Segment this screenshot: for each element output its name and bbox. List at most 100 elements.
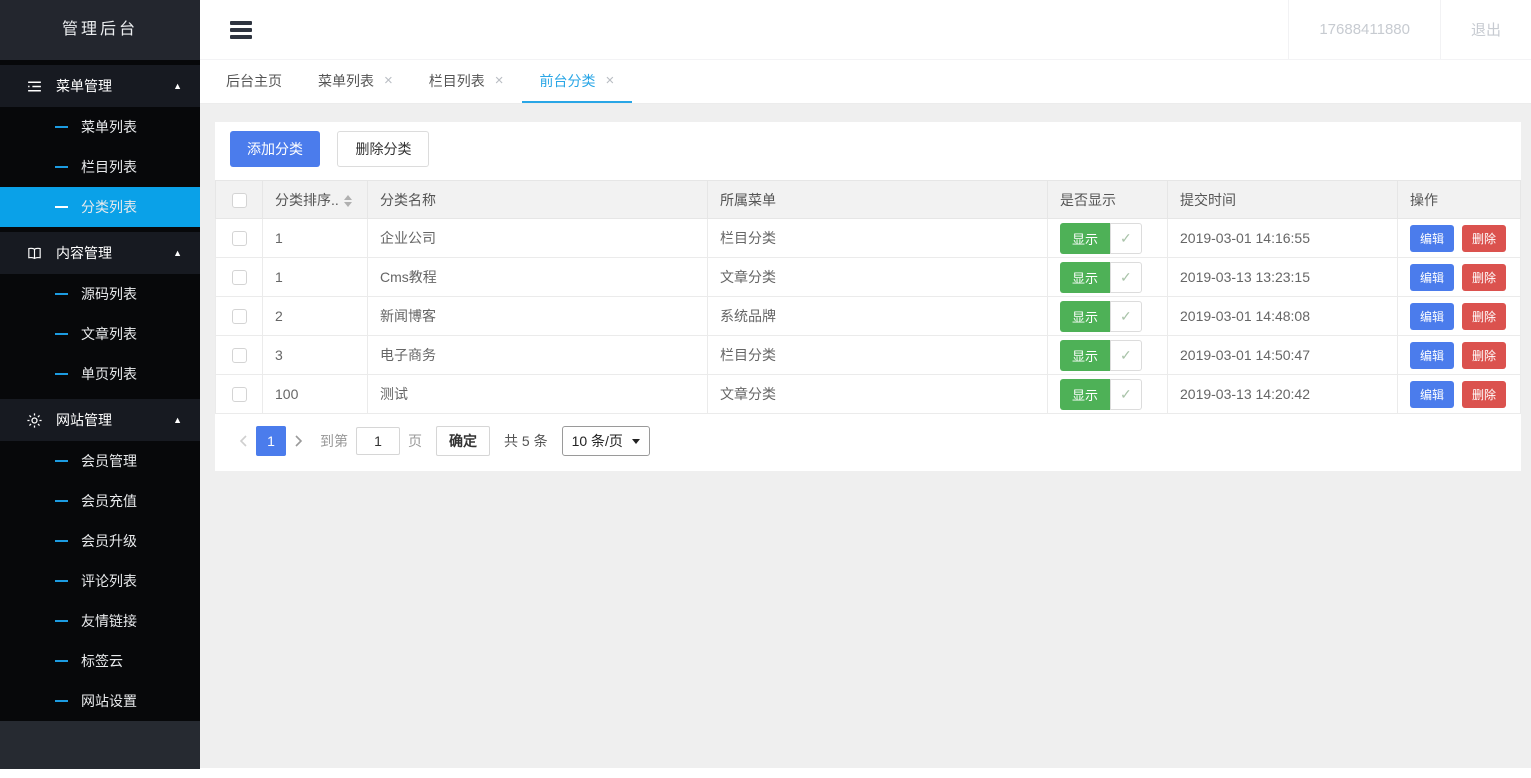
visible-badge: 显示 — [1060, 301, 1110, 332]
logout-button[interactable]: 退出 — [1440, 0, 1531, 59]
close-icon[interactable]: × — [495, 72, 504, 89]
edit-button[interactable]: 编辑 — [1410, 225, 1454, 252]
dash-icon — [55, 540, 68, 542]
edit-button[interactable]: 编辑 — [1410, 381, 1454, 408]
sidebar-group-header[interactable]: 菜单管理▲ — [0, 65, 200, 107]
delete-category-button[interactable]: 删除分类 — [337, 131, 429, 167]
sidebar-group: 内容管理▲ 源码列表文章列表单页列表 — [0, 232, 200, 394]
main-area: 17688411880 退出 后台主页菜单列表×栏目列表×前台分类× 添加分类 … — [200, 0, 1531, 768]
table-row: 1企业公司栏目分类显示✓2019-03-01 14:16:55编辑删除 — [216, 219, 1521, 258]
chevron-right-icon — [294, 434, 304, 448]
name-cell: 企业公司 — [368, 219, 708, 258]
dash-icon — [55, 460, 68, 462]
close-icon[interactable]: × — [384, 72, 393, 89]
dash-icon — [55, 373, 68, 375]
dash-icon — [55, 333, 68, 335]
sidebar-item-label: 友情链接 — [81, 611, 137, 631]
visibility-toggle[interactable]: 显示✓ — [1060, 301, 1142, 332]
confirm-button[interactable]: 确定 — [436, 426, 490, 456]
page-size-select[interactable]: 10 条/页 — [562, 426, 650, 456]
row-checkbox[interactable] — [232, 231, 247, 246]
sort-icon[interactable] — [344, 195, 352, 207]
sidebar-item[interactable]: 会员升级 — [0, 521, 200, 561]
visibility-toggle[interactable]: 显示✓ — [1060, 340, 1142, 371]
table-body: 1企业公司栏目分类显示✓2019-03-01 14:16:55编辑删除1Cms教… — [216, 219, 1521, 414]
col-header-order-label: 分类排序.. — [275, 192, 339, 208]
sidebar-item[interactable]: 单页列表 — [0, 354, 200, 394]
tab-label: 菜单列表 — [318, 71, 374, 91]
checkmark-icon: ✓ — [1110, 262, 1142, 293]
sidebar-group-header[interactable]: 内容管理▲ — [0, 232, 200, 274]
sidebar-item[interactable]: 菜单列表 — [0, 107, 200, 147]
sidebar-item[interactable]: 会员充值 — [0, 481, 200, 521]
row-checkbox[interactable] — [232, 348, 247, 363]
tab-bar: 后台主页菜单列表×栏目列表×前台分类× — [200, 60, 1531, 104]
edit-button[interactable]: 编辑 — [1410, 264, 1454, 291]
col-header-actions: 操作 — [1398, 181, 1521, 219]
checkmark-icon: ✓ — [1110, 301, 1142, 332]
sidebar-item[interactable]: 文章列表 — [0, 314, 200, 354]
sidebar-item-label: 标签云 — [81, 651, 123, 671]
page-unit-label: 页 — [408, 431, 422, 451]
next-page-button[interactable] — [286, 434, 312, 448]
edit-button[interactable]: 编辑 — [1410, 342, 1454, 369]
sidebar-item[interactable]: 评论列表 — [0, 561, 200, 601]
sidebar-item-label: 会员充值 — [81, 491, 137, 511]
row-checkbox-cell — [216, 219, 263, 258]
page-number-button[interactable]: 1 — [256, 426, 286, 456]
delete-button[interactable]: 删除 — [1462, 303, 1506, 330]
row-checkbox[interactable] — [232, 387, 247, 402]
sidebar-item-label: 源码列表 — [81, 284, 137, 304]
bottom-strip — [0, 768, 1531, 778]
app-title: 管理后台 — [0, 0, 200, 60]
edit-button[interactable]: 编辑 — [1410, 303, 1454, 330]
hamburger-menu-icon[interactable] — [230, 21, 252, 39]
delete-button[interactable]: 删除 — [1462, 342, 1506, 369]
tab-1[interactable]: 菜单列表 × — [300, 60, 411, 103]
visibility-toggle[interactable]: 显示✓ — [1060, 223, 1142, 254]
toolbar: 添加分类 删除分类 — [215, 131, 1521, 167]
close-icon[interactable]: × — [606, 72, 615, 89]
sidebar-item[interactable]: 标签云 — [0, 641, 200, 681]
delete-button[interactable]: 删除 — [1462, 225, 1506, 252]
visibility-toggle[interactable]: 显示✓ — [1060, 262, 1142, 293]
col-header-menu: 所属菜单 — [708, 181, 1048, 219]
tab-2[interactable]: 栏目列表× — [411, 60, 522, 103]
sidebar-item[interactable]: 友情链接 — [0, 601, 200, 641]
tab-label: 前台分类 — [540, 71, 596, 91]
select-all-checkbox[interactable] — [232, 193, 247, 208]
actions-cell: 编辑删除 — [1398, 336, 1521, 375]
table-row: 3电子商务栏目分类显示✓2019-03-01 14:50:47编辑删除 — [216, 336, 1521, 375]
sidebar-item-label: 分类列表 — [81, 197, 137, 217]
col-header-order[interactable]: 分类排序.. — [263, 181, 368, 219]
sidebar-item-label: 栏目列表 — [81, 157, 137, 177]
add-category-button[interactable]: 添加分类 — [230, 131, 320, 167]
visible-badge: 显示 — [1060, 262, 1110, 293]
row-checkbox[interactable] — [232, 270, 247, 285]
delete-button[interactable]: 删除 — [1462, 381, 1506, 408]
sidebar-item[interactable]: 源码列表 — [0, 274, 200, 314]
tab-0[interactable]: 后台主页 — [208, 60, 300, 103]
goto-page-input[interactable] — [356, 427, 400, 455]
sidebar-group: 菜单管理▲菜单列表栏目列表分类列表 — [0, 65, 200, 227]
menu-cell: 栏目分类 — [708, 219, 1048, 258]
page-size-value: 10 条/页 — [572, 431, 623, 451]
app-root: 管理后台 菜单管理▲菜单列表栏目列表分类列表内容管理▲源码列表文章列表单页列表网… — [0, 0, 1531, 768]
sidebar-item[interactable]: 分类列表 — [0, 187, 200, 227]
sidebar-item[interactable]: 会员管理 — [0, 441, 200, 481]
row-checkbox[interactable] — [232, 309, 247, 324]
dash-icon — [55, 660, 68, 662]
delete-button[interactable]: 删除 — [1462, 264, 1506, 291]
total-count: 共 5 条 — [504, 431, 548, 451]
prev-page-button[interactable] — [230, 434, 256, 448]
actions-cell: 编辑删除 — [1398, 375, 1521, 414]
menu-cell: 文章分类 — [708, 258, 1048, 297]
sidebar-item[interactable]: 网站设置 — [0, 681, 200, 721]
sidebar-item-label: 单页列表 — [81, 364, 137, 384]
row-checkbox-cell — [216, 297, 263, 336]
menu-list-icon — [26, 78, 43, 95]
visibility-toggle[interactable]: 显示✓ — [1060, 379, 1142, 410]
sidebar-group-header[interactable]: 网站管理▲ — [0, 399, 200, 441]
sidebar-item[interactable]: 栏目列表 — [0, 147, 200, 187]
tab-3[interactable]: 前台分类 × — [522, 60, 633, 103]
